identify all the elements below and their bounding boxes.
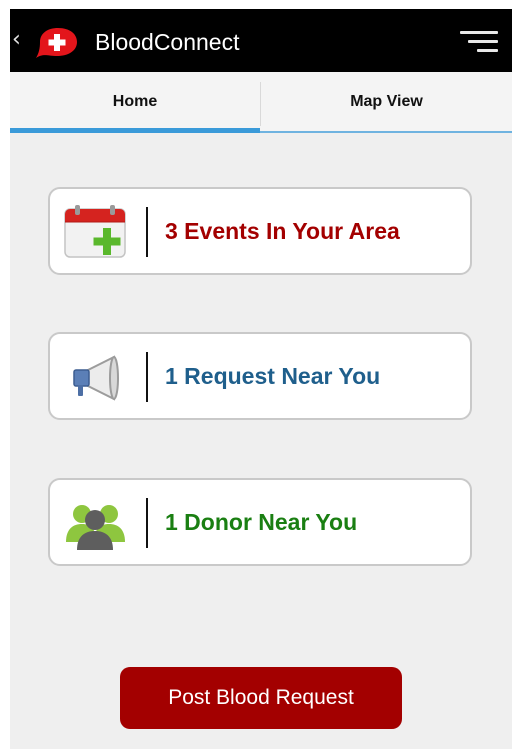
requests-card[interactable]: 1 Request Near You — [48, 332, 472, 420]
chevron-left-icon[interactable]: ‹ — [12, 27, 21, 53]
app-title: BloodConnect — [95, 29, 240, 55]
card-separator — [146, 207, 148, 257]
post-blood-request-button[interactable]: Post Blood Request — [120, 667, 402, 729]
donors-label: 1 Donor Near You — [165, 509, 358, 535]
action-bar: ‹ BloodConnect — [10, 9, 512, 72]
tab-bar: Home Map View — [10, 72, 512, 133]
card-separator — [146, 498, 148, 548]
megaphone-icon — [73, 355, 119, 401]
people-icon — [66, 505, 125, 550]
tab-home[interactable]: Home — [10, 72, 260, 133]
home-content: 3 Events In Your Area 1 Request Near You… — [10, 133, 512, 749]
donors-card[interactable]: 1 Donor Near You — [48, 478, 472, 566]
calendar-add-icon — [64, 205, 126, 258]
blood-drop-cross-logo[interactable] — [34, 25, 80, 59]
requests-label: 1 Request Near You — [165, 363, 381, 389]
card-separator — [146, 352, 148, 402]
events-label: 3 Events In Your Area — [165, 218, 400, 244]
events-card[interactable]: 3 Events In Your Area — [48, 187, 472, 275]
overflow-menu-icon[interactable] — [460, 29, 498, 55]
tab-map-view[interactable]: Map View — [261, 72, 512, 133]
